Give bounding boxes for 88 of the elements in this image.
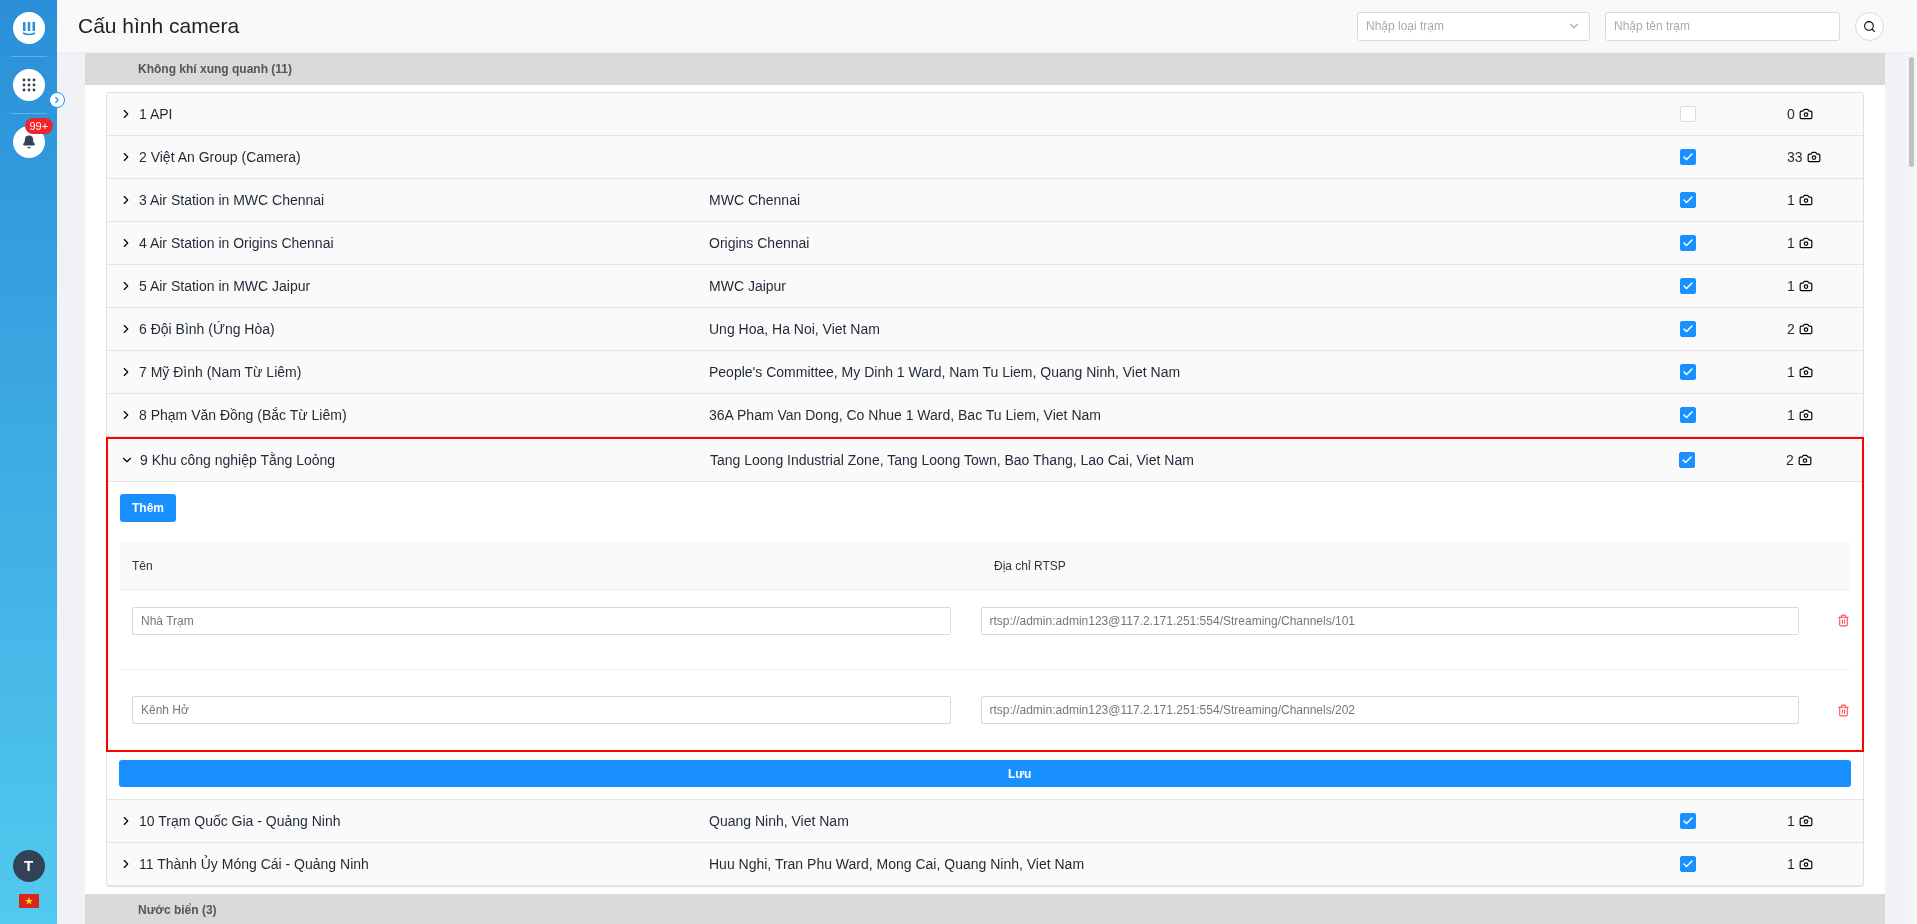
search-button[interactable]: [1855, 11, 1884, 41]
checkbox[interactable]: [1680, 813, 1696, 829]
station-name: 11 Thành Ủy Móng Cái - Quảng Ninh: [138, 854, 370, 874]
camera-count: 1: [1787, 405, 1795, 425]
flag-icon[interactable]: [18, 894, 39, 908]
check-icon: [1682, 409, 1694, 421]
camera-icon: [1797, 453, 1812, 467]
column-header: Địa chỉ RTSP: [993, 557, 1066, 575]
check-icon: [1682, 280, 1694, 292]
camera-icon: [1806, 150, 1821, 164]
camera-icon: [1798, 193, 1813, 207]
name-search-field[interactable]: Nhập tên trạm: [1605, 11, 1840, 41]
logo-icon[interactable]: [12, 12, 45, 44]
checkbox[interactable]: [1680, 278, 1696, 294]
camera-icon: [1798, 279, 1813, 293]
rtsp-field[interactable]: rtsp://admin:admin123@117.2.171.251:554/Streaming/Channels/101: [980, 606, 1800, 635]
station-address: Tang Loong Industrial Zone, Tang Loong Town, Bao Thang, Lao Cai, Viet Nam: [710, 452, 1194, 468]
station-address: MWC Chennai: [709, 192, 801, 208]
station-address: MWC Jaipur: [709, 278, 786, 294]
checkbox[interactable]: [1680, 235, 1696, 251]
station-name: 6 Đội Bình (Ứng Hòa): [138, 319, 276, 339]
collapse-toggle[interactable]: [49, 92, 65, 108]
camera-count: 1: [1787, 362, 1795, 382]
camera-icon: [1798, 408, 1813, 422]
camera-count: 33: [1787, 147, 1803, 167]
bell-icon: [21, 135, 36, 149]
add-button[interactable]: Thêm: [120, 494, 176, 522]
camera-count: 0: [1787, 104, 1795, 124]
station-name: 5 Air Station in MWC Jaipur: [138, 276, 312, 296]
station-name: 1 API: [138, 104, 174, 124]
checkbox[interactable]: [1680, 192, 1696, 208]
check-icon: [1681, 454, 1693, 466]
camera-count: 2: [1787, 319, 1795, 339]
camera-icon: [1798, 365, 1813, 379]
station-address: 36A Pham Van Dong, Co Nhue 1 Ward, Bac Tu Liem, Viet Nam: [709, 407, 1101, 423]
station-address: Origins Chennai: [709, 235, 810, 251]
camera-icon: [1798, 814, 1813, 828]
camera-icon: [1798, 857, 1813, 871]
user-avatar[interactable]: T: [12, 850, 45, 882]
check-icon: [1682, 858, 1694, 870]
station-address: Quang Ninh, Viet Nam: [709, 813, 849, 829]
camera-icon: [1798, 107, 1813, 121]
station-name: 9 Khu công nghiệp Tằng Loỏng: [139, 450, 337, 470]
group-header[interactable]: Nước biển (3): [85, 894, 1885, 924]
checkbox[interactable]: [1680, 149, 1696, 165]
chevron-icon: [52, 95, 62, 105]
checkbox[interactable]: [1680, 407, 1696, 423]
name-field[interactable]: Nhà Trạm: [132, 606, 951, 635]
camera-icon: [1798, 322, 1813, 336]
name-field[interactable]: Kênh Hở: [132, 696, 951, 724]
station-name: 8 Phạm Văn Đồng (Bắc Từ Liêm): [138, 405, 348, 425]
station-address: Huu Nghi, Tran Phu Ward, Mong Cai, Quang Ninh, Viet Nam: [709, 856, 1085, 872]
camera-count: 1: [1787, 811, 1795, 831]
save-button[interactable]: Lưu: [119, 760, 1851, 787]
apps-icon[interactable]: [12, 69, 45, 101]
checkbox[interactable]: [1680, 364, 1696, 380]
station-name: 10 Trạm Quốc Gia - Quảng Ninh: [138, 811, 342, 831]
scrollbar[interactable]: [1905, 53, 1917, 924]
column-header: Tên: [131, 557, 154, 575]
camera-count: 1: [1787, 854, 1795, 874]
rtsp-field[interactable]: rtsp://admin:admin123@117.2.171.251:554/Streaming/Channels/202: [980, 696, 1800, 724]
station-name: 2 Việt An Group (Camera): [138, 147, 302, 167]
station-address: Ung Hoa, Ha Noi, Viet Nam: [709, 321, 880, 337]
check-icon: [1682, 237, 1694, 249]
type-select[interactable]: Nhập loại trạm: [1357, 11, 1590, 41]
delete-icon[interactable]: [1837, 703, 1850, 717]
checkbox[interactable]: [1680, 856, 1696, 872]
camera-count: 1: [1787, 276, 1795, 296]
station-name: 7 Mỹ Đình (Nam Từ Liêm): [138, 362, 303, 382]
station-name: 4 Air Station in Origins Chennai: [138, 233, 335, 253]
delete-icon[interactable]: [1837, 614, 1850, 627]
check-icon: [1682, 151, 1694, 163]
camera-count: 2: [1786, 450, 1794, 470]
station-address: People's Committee, My Dinh 1 Ward, Nam Tu Liem, Quang Ninh, Viet Nam: [709, 364, 1181, 380]
page-title: Cấu hình camera: [78, 13, 241, 40]
checkbox[interactable]: [1680, 321, 1696, 337]
camera-count: 1: [1787, 190, 1795, 210]
checkbox[interactable]: [1679, 452, 1695, 468]
notification-badge: 99+: [24, 118, 54, 134]
camera-count: 1: [1787, 233, 1795, 253]
search-icon: [1863, 19, 1876, 33]
group-header[interactable]: Không khí xung quanh (11): [85, 53, 1885, 85]
check-icon: [1682, 194, 1694, 206]
check-icon: [1682, 323, 1694, 335]
camera-icon: [1798, 236, 1813, 250]
check-icon: [1682, 815, 1694, 827]
check-icon: [1682, 366, 1694, 378]
station-name: 3 Air Station in MWC Chennai: [138, 190, 326, 210]
